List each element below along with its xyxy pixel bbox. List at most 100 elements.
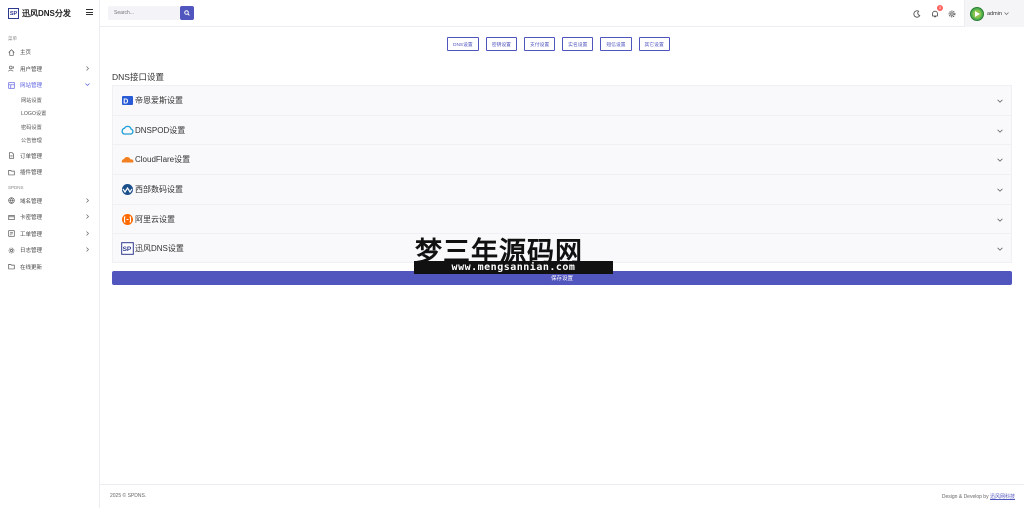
ticket-icon	[8, 230, 15, 237]
sidebar-subitem[interactable]: LOGO设置	[0, 107, 99, 121]
sidebar-item-label: 工单管理	[20, 231, 43, 238]
brand[interactable]: SP 迅风DNS分发	[0, 0, 99, 27]
accordion-item-west[interactable]: 西部数码设置	[112, 174, 1012, 204]
dnsla-logo-icon: D	[121, 94, 134, 107]
user-name: admin	[987, 10, 1002, 17]
dnspod-logo-icon	[121, 124, 134, 137]
users-icon	[8, 65, 15, 72]
search-icon	[184, 10, 190, 16]
sidebar-item-home[interactable]: 主页	[0, 44, 99, 61]
user-menu[interactable]: admin	[964, 0, 1024, 27]
moon-icon	[912, 9, 920, 18]
menu-toggle-icon[interactable]	[86, 9, 93, 17]
sidebar-section-label: 菜单	[8, 36, 17, 41]
sidebar-item-label: 日志管理	[20, 248, 43, 255]
chevron-right-icon	[86, 230, 89, 236]
chevron-right-icon	[86, 197, 89, 203]
accordion-item-dnsla[interactable]: D 帝恩爱斯设置	[112, 85, 1012, 115]
accordion-title: 帝恩爱斯设置	[135, 95, 183, 105]
sidebar-item-plugins[interactable]: 插件管理	[0, 164, 99, 181]
chevron-down-icon	[997, 99, 1003, 103]
accordion-item-cloudflare[interactable]: CloudFlare设置	[112, 144, 1012, 175]
chevron-down-icon	[997, 218, 1003, 222]
sidebar-item-cards[interactable]: 卡密管理	[0, 209, 99, 226]
accordion-title: CloudFlare设置	[135, 155, 191, 165]
sidebar-item-logs[interactable]: 日志管理	[0, 242, 99, 259]
home-icon	[8, 48, 15, 56]
folder-icon	[8, 263, 15, 270]
accordion-title: 西部数码设置	[135, 184, 183, 194]
sidebar-item-label: 网站管理	[20, 83, 43, 90]
sidebar-item-users[interactable]: 用户管理	[0, 61, 99, 78]
sidebar-item-label: 卡密管理	[20, 215, 43, 222]
settings-tabs: DNS设置 密钥设置 支付设置 实名设置 短信设置 其它设置	[447, 37, 677, 51]
search-input[interactable]	[108, 6, 180, 20]
cloudflare-logo-icon	[121, 153, 134, 166]
watermark-url: www.mengsannian.com	[414, 261, 613, 274]
sidebar-subitem[interactable]: 网站设置	[0, 94, 99, 108]
chevron-down-icon	[997, 129, 1003, 133]
west-logo-icon	[121, 183, 134, 196]
avatar	[970, 6, 984, 21]
accordion-item-dnspod[interactable]: DNSPOD设置	[112, 114, 1012, 145]
sidebar-item-tickets[interactable]: 工单管理	[0, 226, 99, 243]
sidebar-item-label: 订单管理	[20, 153, 43, 160]
chevron-right-icon	[86, 247, 89, 252]
footer-copyright: 2025 © SPDNS.	[110, 493, 147, 499]
accordion-title: 迅风DNS设置	[135, 243, 184, 253]
footer-credit-link[interactable]: 迅风网科技	[990, 494, 1015, 500]
sidebar-subitem[interactable]: 公告管理	[0, 134, 99, 148]
settings-button[interactable]	[947, 9, 956, 18]
tab-sms-settings[interactable]: 短信设置	[600, 37, 632, 51]
gear-icon	[948, 10, 955, 17]
sidebar-item-domains[interactable]: 域名管理	[0, 193, 99, 210]
footer-credit-text: Design & Develop by	[941, 494, 990, 500]
globe-icon	[8, 197, 15, 205]
search-button[interactable]	[180, 6, 194, 20]
layout-icon	[8, 82, 15, 89]
avatar-icon	[972, 9, 982, 18]
sidebar-item-update[interactable]: 在线更新	[0, 259, 99, 276]
settings-icon	[8, 247, 15, 254]
tab-realname-settings[interactable]: 实名设置	[562, 37, 594, 51]
sidebar-item-orders[interactable]: 订单管理	[0, 148, 99, 165]
chevron-down-icon	[997, 188, 1003, 192]
sidebar-item-label: 主页	[20, 50, 32, 57]
topbar: 3 admin	[100, 0, 1024, 27]
tab-payment-settings[interactable]: 支付设置	[523, 37, 556, 51]
notification-badge: 3	[937, 5, 943, 11]
footer-credit: Design & Develop by 迅风网科技	[942, 493, 1015, 500]
file-icon	[8, 152, 15, 159]
spdns-logo-icon: SP	[121, 241, 134, 255]
sidebar-section-label: SPDNS	[8, 185, 24, 190]
sidebar-item-label: 插件管理	[20, 170, 43, 177]
svg-text:D: D	[123, 98, 128, 105]
brand-name: 迅风DNS分发	[22, 9, 71, 18]
notifications-button[interactable]: 3	[930, 5, 943, 18]
svg-text:SP: SP	[123, 246, 132, 253]
folder-icon	[8, 169, 15, 176]
dark-mode-toggle[interactable]	[912, 9, 921, 18]
sidebar-item-website[interactable]: 网站管理	[0, 77, 99, 94]
chevron-down-icon	[85, 83, 90, 86]
sidebar-item-label: 在线更新	[20, 264, 43, 271]
sidebar-subitem[interactable]: 密码设置	[0, 121, 99, 135]
brand-logo: SP	[8, 8, 19, 19]
accordion-title: DNSPOD设置	[135, 125, 186, 135]
bell-icon	[931, 10, 938, 17]
chevron-right-icon	[86, 214, 89, 219]
chevron-down-icon	[997, 247, 1003, 252]
chevron-right-icon	[86, 65, 89, 71]
sidebar-item-label: 域名管理	[20, 198, 43, 205]
sidebar-item-label: 用户管理	[20, 66, 43, 73]
tab-other-settings[interactable]: 其它设置	[638, 37, 670, 51]
tab-key-settings[interactable]: 密钥设置	[485, 37, 517, 51]
sidebar: SP 迅风DNS分发 菜单 主页 用户管理 网站管理 网站设置 LOGO设置 密…	[0, 0, 100, 508]
aliyun-logo-icon	[121, 213, 134, 226]
accordion-item-aliyun[interactable]: 阿里云设置	[112, 203, 1012, 234]
tab-dns-settings[interactable]: DNS设置	[447, 37, 479, 51]
chevron-down-icon	[997, 158, 1003, 163]
footer: 2025 © SPDNS. Design & Develop by 迅风网科技	[100, 484, 1024, 508]
page-title: DNS接口设置	[112, 72, 164, 82]
chevron-down-icon	[1004, 12, 1009, 15]
